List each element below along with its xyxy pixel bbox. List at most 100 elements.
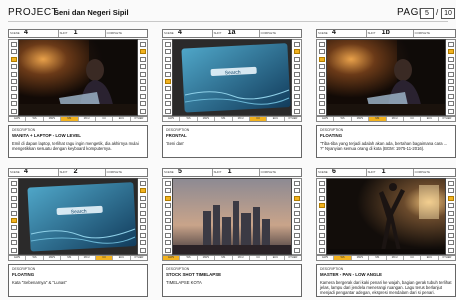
- description-box[interactable]: DESCRIPTION FRONTAL 'Seni dan': [162, 125, 302, 158]
- frame-marker[interactable]: [165, 232, 171, 238]
- frame-marker[interactable]: [448, 64, 454, 70]
- shot-field[interactable]: SHOT 1b: [367, 30, 414, 37]
- frame-marker[interactable]: [319, 93, 325, 99]
- description-box[interactable]: DESCRIPTION WANITA + LAPTOP - LOW LEVEL …: [8, 125, 148, 158]
- scene-field[interactable]: SCENE 6: [317, 169, 367, 176]
- frame-marker[interactable]: [448, 86, 454, 92]
- shot-type-option[interactable]: ECU: [421, 256, 439, 260]
- frame-marker[interactable]: [165, 49, 171, 55]
- description-box[interactable]: DESCRIPTION MASTER - PAN - LOW ANGLE Kam…: [316, 264, 456, 297]
- frame-marker[interactable]: [448, 195, 454, 201]
- complete-field[interactable]: COMPLETE: [414, 169, 455, 176]
- shot-type-option[interactable]: CU: [95, 256, 114, 260]
- shot-type-option[interactable]: MWS: [352, 256, 370, 260]
- frame-marker[interactable]: [140, 181, 146, 186]
- frame-marker[interactable]: [140, 195, 146, 201]
- shot-type-option[interactable]: OTHER: [131, 256, 147, 260]
- frame-marker[interactable]: [448, 188, 454, 194]
- frame-marker[interactable]: [294, 79, 300, 84]
- description-box[interactable]: DESCRIPTION STOCK SHOT TIMELAPSE TIMELAP…: [162, 264, 302, 297]
- shot-type-option[interactable]: CU: [250, 256, 268, 260]
- shot-type-option[interactable]: MS: [61, 256, 79, 260]
- complete-field[interactable]: COMPLETE: [260, 169, 301, 176]
- frame-marker[interactable]: [319, 188, 325, 194]
- frame-marker[interactable]: [319, 71, 325, 77]
- frame-marker[interactable]: [140, 79, 146, 84]
- frame-marker[interactable]: [294, 56, 300, 62]
- frame-marker[interactable]: [448, 203, 454, 209]
- shot-field[interactable]: SHOT 1: [59, 30, 106, 37]
- frame-marker[interactable]: [11, 181, 17, 186]
- frame-marker[interactable]: [140, 108, 146, 114]
- shot-type-option[interactable]: MCU: [233, 117, 250, 121]
- frame-marker[interactable]: [165, 240, 171, 246]
- shot-type-option[interactable]: MCU: [387, 256, 404, 260]
- frame-marker[interactable]: [294, 181, 300, 186]
- shot-type-option[interactable]: WS: [334, 256, 352, 260]
- frame-marker[interactable]: [319, 203, 325, 209]
- frame-marker[interactable]: [11, 240, 17, 246]
- frame-marker[interactable]: [140, 203, 146, 209]
- frame-marker[interactable]: [448, 49, 454, 55]
- shot-type-option[interactable]: EWS: [317, 256, 335, 260]
- frame-marker[interactable]: [165, 71, 171, 77]
- shot-type-option[interactable]: MWS: [44, 117, 62, 121]
- shot-type-option[interactable]: OTHER: [285, 117, 301, 121]
- frame-marker[interactable]: [140, 225, 146, 231]
- frame-marker[interactable]: [319, 218, 325, 223]
- frame-marker[interactable]: [165, 181, 171, 186]
- frame-marker[interactable]: [140, 210, 146, 216]
- shot-type-option[interactable]: OTHER: [439, 117, 455, 121]
- frame-marker[interactable]: [165, 101, 171, 107]
- frame-marker[interactable]: [11, 49, 17, 55]
- shot-type-option[interactable]: WS: [26, 117, 44, 121]
- frame-marker[interactable]: [448, 218, 454, 223]
- frame-marker[interactable]: [294, 93, 300, 99]
- complete-field[interactable]: COMPLETE: [260, 30, 301, 37]
- frame-marker[interactable]: [294, 42, 300, 47]
- description-box[interactable]: DESCRIPTION FLOATING Kata "Sebenarnya" &…: [8, 264, 148, 297]
- frame-marker[interactable]: [165, 203, 171, 209]
- frame-marker[interactable]: [319, 247, 325, 253]
- shot-type-option[interactable]: EWS: [9, 117, 27, 121]
- frame-marker[interactable]: [294, 108, 300, 114]
- frame-marker[interactable]: [11, 188, 17, 194]
- frame-marker[interactable]: [294, 188, 300, 194]
- frame-marker[interactable]: [140, 71, 146, 77]
- shot-type-option[interactable]: MCU: [387, 117, 404, 121]
- shot-type-option[interactable]: ECU: [113, 256, 131, 260]
- frame-marker[interactable]: [140, 232, 146, 238]
- frame-marker[interactable]: [294, 203, 300, 209]
- shot-type-option[interactable]: MWS: [44, 256, 62, 260]
- frame-marker[interactable]: [165, 93, 171, 99]
- frame-marker[interactable]: [319, 101, 325, 107]
- frame-marker[interactable]: [448, 79, 454, 84]
- frame-marker[interactable]: [319, 195, 325, 201]
- frame-marker[interactable]: [11, 232, 17, 238]
- shot-field[interactable]: SHOT 1: [213, 169, 260, 176]
- shot-field[interactable]: SHOT 1: [367, 169, 414, 176]
- frame-marker[interactable]: [448, 56, 454, 62]
- frame-marker[interactable]: [448, 247, 454, 253]
- frame-marker[interactable]: [294, 71, 300, 77]
- shot-type-option[interactable]: EWS: [9, 256, 27, 260]
- frame-marker[interactable]: [140, 188, 146, 194]
- scene-field[interactable]: SCENE 5: [163, 169, 213, 176]
- shot-type-option[interactable]: EWS: [163, 117, 181, 121]
- shot-type-option[interactable]: MWS: [198, 117, 216, 121]
- frame-marker[interactable]: [165, 225, 171, 231]
- frame-marker[interactable]: [165, 188, 171, 194]
- complete-field[interactable]: COMPLETE: [106, 30, 147, 37]
- frame-marker[interactable]: [165, 247, 171, 253]
- frame-marker[interactable]: [11, 195, 17, 201]
- frame-marker[interactable]: [11, 225, 17, 231]
- frame-marker[interactable]: [319, 86, 325, 92]
- shot-type-option[interactable]: CU: [96, 117, 114, 121]
- frame-marker[interactable]: [448, 101, 454, 107]
- frame-marker[interactable]: [11, 79, 17, 84]
- frame-marker[interactable]: [294, 218, 300, 223]
- frame-marker[interactable]: [140, 64, 146, 70]
- shot-field[interactable]: SHOT 2: [59, 169, 106, 176]
- shot-type-option[interactable]: WS: [334, 117, 352, 121]
- frame-marker[interactable]: [294, 49, 300, 55]
